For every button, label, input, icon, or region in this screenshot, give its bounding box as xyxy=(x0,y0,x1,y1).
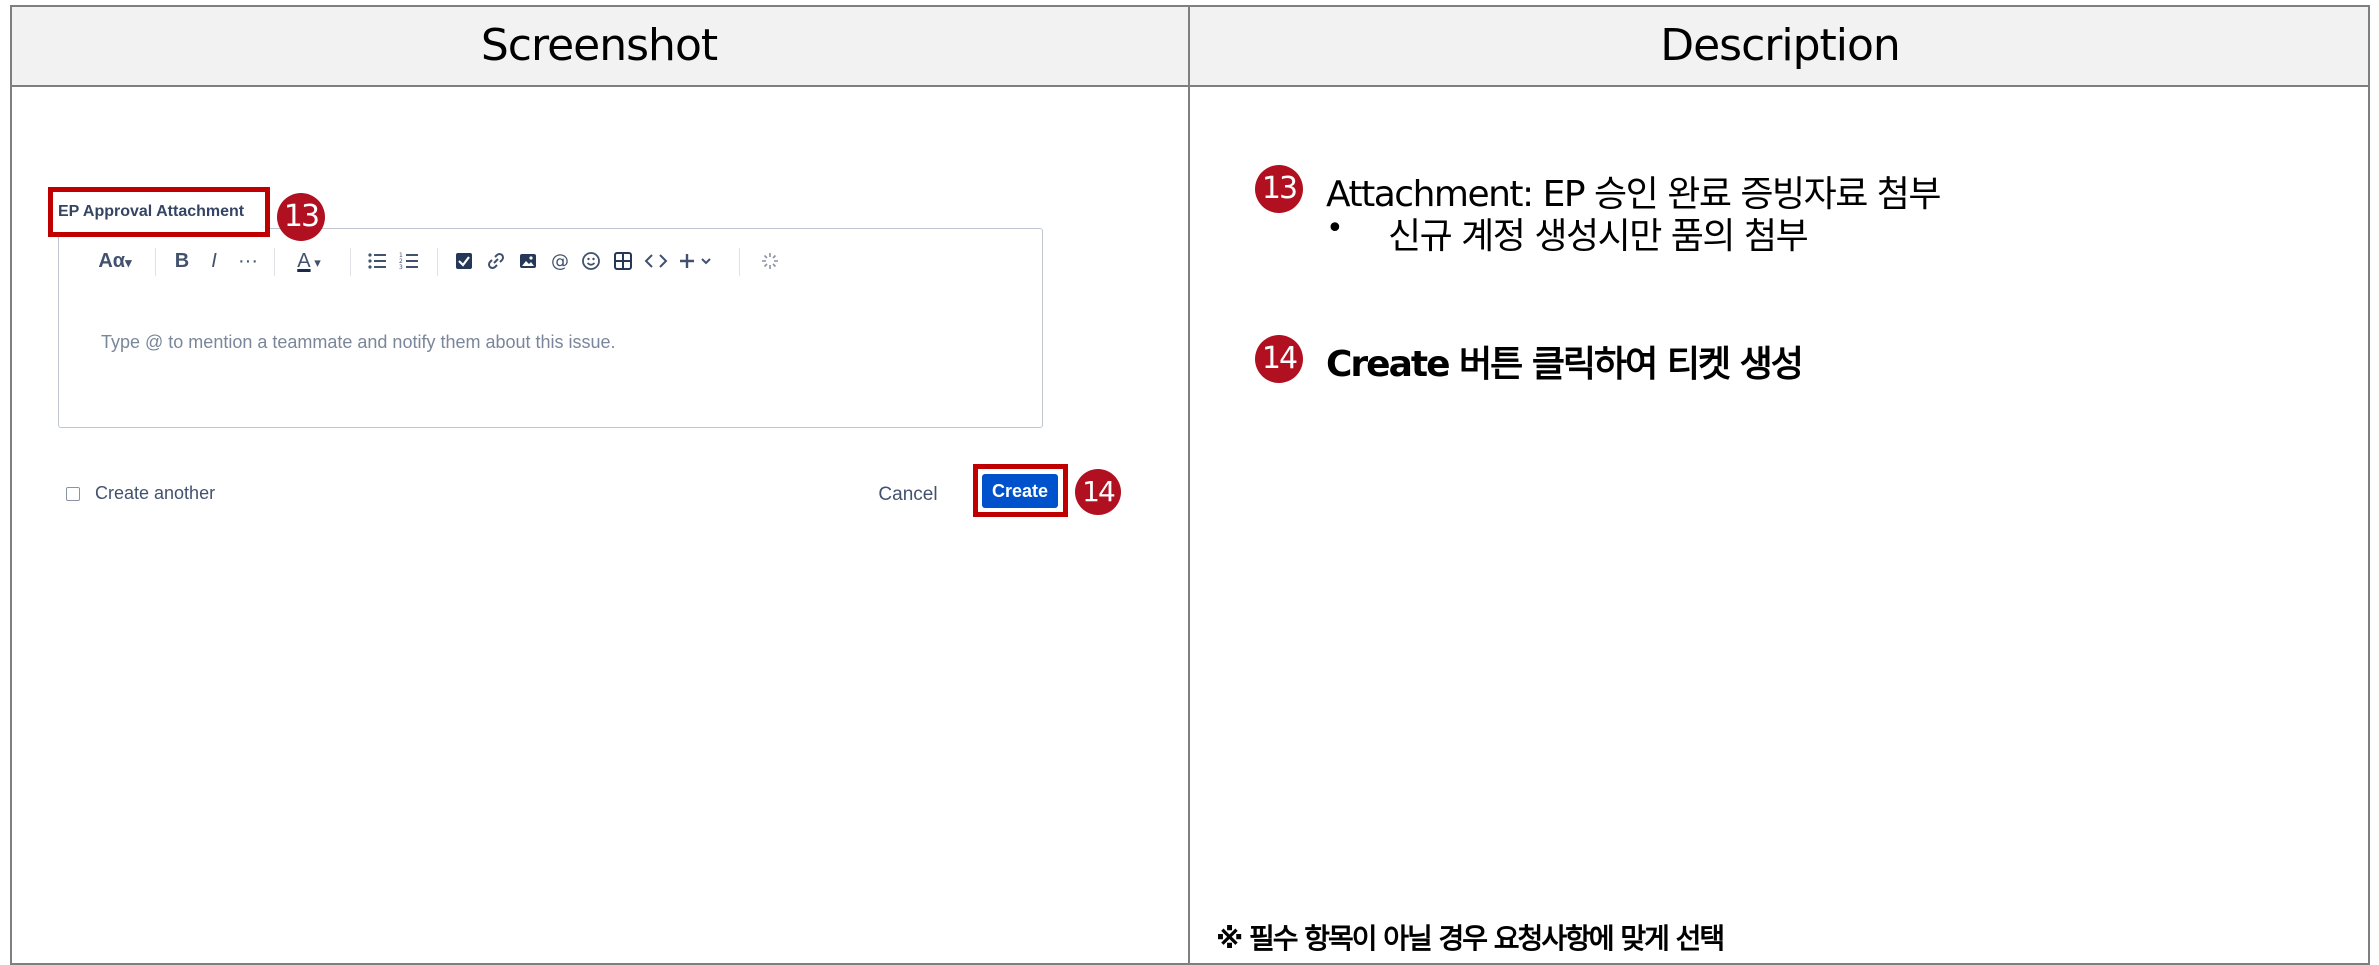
description-item-14: Create 버튼 클릭하여 티켓 생성 xyxy=(1326,344,1804,385)
table-frame xyxy=(10,5,2370,965)
ai-sparkle-icon[interactable] xyxy=(760,251,780,271)
toolbar-separator xyxy=(739,248,740,276)
text-color-icon[interactable]: A ▾ xyxy=(288,243,330,279)
create-another-checkbox[interactable] xyxy=(66,487,80,501)
footnote: ※ 필수 항목이 아닐 경우 요청사항에 맞게 선택 xyxy=(1216,922,1725,955)
toolbar-separator xyxy=(350,248,351,276)
cancel-button[interactable]: Cancel xyxy=(872,480,944,510)
code-icon[interactable] xyxy=(644,251,668,271)
mention-icon[interactable]: @ xyxy=(549,250,571,272)
bullet-dot-icon: • xyxy=(1326,211,1344,246)
image-icon[interactable] xyxy=(518,251,538,271)
step-badge-14: 14 xyxy=(1075,469,1121,515)
numbered-list-icon[interactable]: 1 2 3 xyxy=(398,250,420,272)
insert-plus-icon[interactable] xyxy=(678,251,716,271)
bold-icon[interactable]: B xyxy=(168,243,196,279)
svg-text:3: 3 xyxy=(399,264,403,271)
description-column-header: Description xyxy=(1660,20,1901,71)
text-style-icon[interactable]: Aα▾ xyxy=(90,243,140,279)
create-another-label[interactable]: Create another xyxy=(95,483,215,504)
table-icon[interactable] xyxy=(613,251,633,271)
description-badge-14: 14 xyxy=(1255,335,1303,383)
italic-icon[interactable]: I xyxy=(200,243,228,279)
step-badge-13: 13 xyxy=(277,193,325,241)
editor-placeholder[interactable]: Type @ to mention a teammate and notify … xyxy=(101,332,616,353)
toolbar-separator xyxy=(155,248,156,276)
more-formatting-icon[interactable]: ··· xyxy=(232,243,264,279)
description-badge-13: 13 xyxy=(1255,165,1303,213)
action-item-icon[interactable] xyxy=(454,251,474,271)
toolbar-separator xyxy=(437,248,438,276)
description-item-13-bullet: 신규 계정 생성시만 품의 첨부 xyxy=(1388,216,1809,257)
svg-text:@: @ xyxy=(551,251,569,272)
toolbar-separator xyxy=(274,248,275,276)
emoji-icon[interactable] xyxy=(581,251,601,271)
create-button[interactable]: Create xyxy=(982,474,1058,508)
column-divider xyxy=(1188,5,1190,965)
bullet-list-icon[interactable] xyxy=(366,250,388,272)
link-icon[interactable] xyxy=(486,251,506,271)
attachment-field-label: EP Approval Attachment xyxy=(58,203,245,220)
screenshot-column-header: Screenshot xyxy=(480,20,718,71)
